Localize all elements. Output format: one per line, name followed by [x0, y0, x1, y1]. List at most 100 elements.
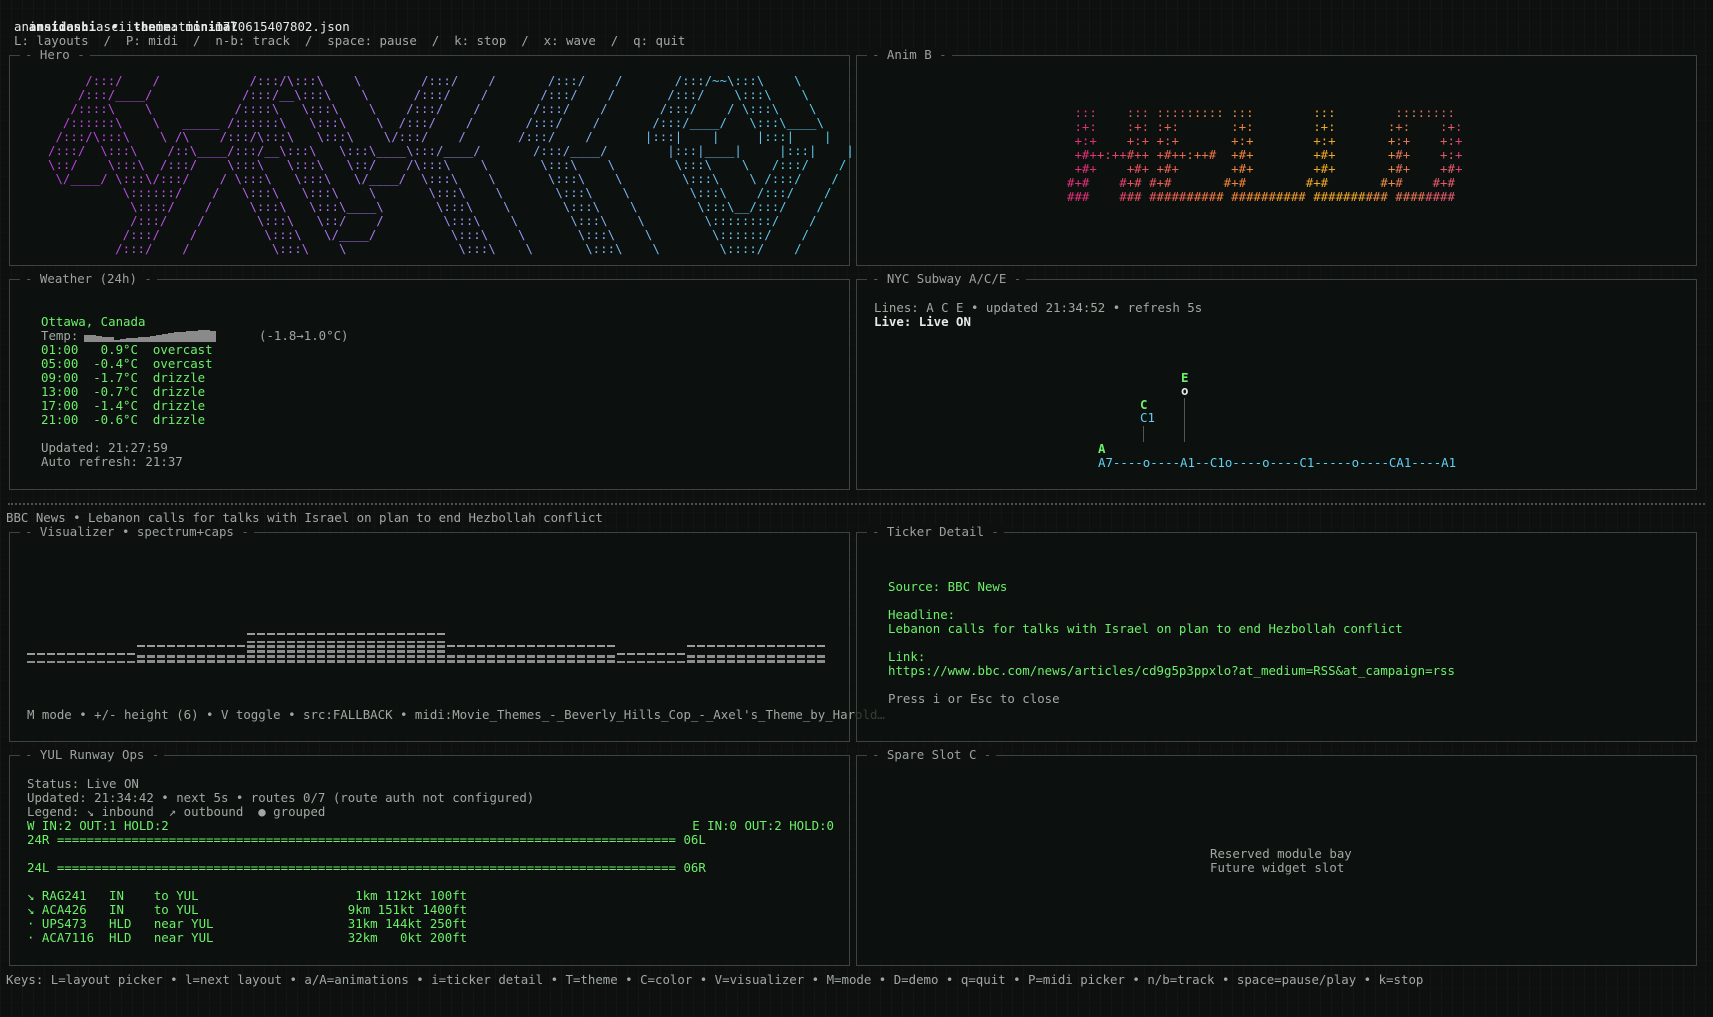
runway-updated: Updated: 21:34:42 • next 5s • routes 0/7… [27, 790, 535, 805]
shortcut-hints: L: layouts / P: midi / n-b: track / spac… [14, 33, 686, 48]
spectrum-bar [247, 641, 255, 663]
spectrum-cap [327, 633, 335, 635]
spare-line-2: Future widget slot [1210, 860, 1345, 875]
ascii-art-row: +#+ +#+ +#+ +#+ +#+ +#+ +#+ [1067, 161, 1463, 176]
subway-panel: NYC Subway A/C/E Lines: A C E • updated … [856, 272, 1697, 490]
spectrum-cap [557, 645, 565, 647]
spectrum-bar [287, 641, 295, 663]
ascii-art-row: \/____/ \:::\/:::/ / \:::\ \:::\ \/____/… [48, 171, 839, 186]
spectrum-bar [787, 653, 795, 663]
ascii-art-row: /:::/ / \:::\ \ \:::\ \ \:::\ \ \::::/ / [107, 241, 802, 256]
spectrum-cap [397, 633, 405, 635]
panel-title: Hero [20, 48, 90, 62]
east-counts: E IN:0 OUT:2 HOLD:0 [692, 818, 834, 833]
ascii-art-row: \::::/ / \:::\ \:::\____\ \:::\ \ \:::\ … [107, 199, 824, 214]
spectrum-cap [87, 653, 95, 655]
spectrum-cap [537, 645, 545, 647]
flight-row: ↘ ACA426 IN to YUL 9km 151kt 1400ft [27, 902, 468, 917]
spectrum-cap [47, 653, 55, 655]
temperature-sparkline [84, 330, 216, 342]
spectrum-bar [227, 653, 235, 663]
news-ticker[interactable]: BBC News • Lebanon calls for talks with … [6, 511, 603, 525]
spectrum-cap [677, 653, 685, 655]
headline-text: Lebanon calls for talks with Israel on p… [888, 621, 1403, 636]
ascii-art-row: /:::/ / \:::\ \::/ / \:::\ \ \:::\ \ \::… [107, 213, 817, 228]
spectrum-cap [147, 645, 155, 647]
headline-label: Headline: [888, 607, 956, 622]
forecast-row: 13:00 -0.7°C drizzle [41, 384, 206, 399]
spectrum-bar [647, 661, 655, 663]
spectrum-cap [497, 645, 505, 647]
spectrum-cap [217, 645, 225, 647]
line-e-connector [1184, 398, 1185, 442]
spectrum-bar [667, 661, 675, 663]
spectrum-bar [797, 653, 805, 663]
spectrum-cap [387, 633, 395, 635]
spectrum-bar [457, 653, 465, 663]
spectrum-bar [587, 653, 595, 663]
spectrum-bar [717, 653, 725, 663]
spectrum-bar [697, 653, 705, 663]
hero-ascii-art: /:::/ / /:::/\:::\ \ /:::/ / /:::/ / /::… [48, 74, 854, 256]
spectrum-bar [677, 661, 685, 663]
spectrum-bar [87, 661, 95, 663]
spectrum-cap [807, 645, 815, 647]
spectrum-cap [737, 645, 745, 647]
spectrum-cap [57, 653, 65, 655]
subway-status: Lines: A C E • updated 21:34:52 • refres… [874, 300, 1203, 315]
spectrum-bar [167, 653, 175, 663]
spectrum-cap [477, 645, 485, 647]
spectrum-cap [817, 645, 825, 647]
spectrum-bar [507, 653, 515, 663]
spectrum-cap [137, 645, 145, 647]
ascii-art-row: /:::/ / \:::\ \/____/ \:::\ \ \:::\ \ \:… [107, 227, 810, 242]
spectrum-bar [567, 653, 575, 663]
forecast-row: 01:00 0.9°C overcast [41, 342, 213, 357]
spectrum-bar [27, 661, 35, 663]
subway-track: A7----o----A1--C1o----o----C1-----o----C… [1098, 455, 1457, 470]
runway-24r: 24R ====================================… [27, 832, 706, 847]
spectrum-cap [527, 645, 535, 647]
spectrum-cap [607, 645, 615, 647]
spectrum-bar [357, 641, 365, 663]
spectrum-cap [207, 645, 215, 647]
spectrum-cap [37, 653, 45, 655]
flight-row: ↘ RAG241 IN to YUL 1km 112kt 100ft [27, 888, 468, 903]
spectrum-bar [497, 653, 505, 663]
spectrum-bar [577, 653, 585, 663]
spectrum-cap [587, 645, 595, 647]
spectrum-cap [97, 653, 105, 655]
spectrum-cap [567, 645, 575, 647]
ascii-art-row: \::/ \:::\ /:::/ \:::\ \:::\ \::/ /\:::\… [48, 157, 847, 172]
spectrum-bar [767, 653, 775, 663]
spectrum-cap [297, 633, 305, 635]
ascii-art-row: /:::/ \:::\ /::\____/:::/__\:::\ \:::\__… [48, 143, 854, 158]
spectrum-bar [537, 653, 545, 663]
spectrum-cap [197, 645, 205, 647]
spectrum-bar [707, 653, 715, 663]
spectrum-cap [617, 653, 625, 655]
spectrum-cap [447, 645, 455, 647]
spectrum-cap [237, 645, 245, 647]
spectrum-cap [457, 645, 465, 647]
visualizer-panel: Visualizer • spectrum+caps M mode • +/- … [9, 525, 885, 742]
spectrum-bar [37, 661, 45, 663]
panel-title: Anim B [867, 48, 952, 62]
spectrum-bar [277, 641, 285, 663]
spectrum-bar [137, 653, 145, 663]
visualizer-footer: M mode • +/- height (6) • V toggle • src… [27, 707, 885, 722]
link-label: Link: [888, 649, 926, 664]
spare-line-1: Reserved module bay [1210, 846, 1352, 861]
forecast-row: 05:00 -0.4°C overcast [41, 356, 213, 371]
spectrum-cap [287, 633, 295, 635]
spectrum-bar [477, 653, 485, 663]
spectrum-bar [237, 653, 245, 663]
spectrum-cap [127, 653, 135, 655]
spectrum-cap [507, 645, 515, 647]
weather-forecast-list: 01:00 0.9°C overcast 05:00 -0.4°C overcas… [41, 343, 213, 427]
spectrum-cap [267, 633, 275, 635]
ascii-art-row: +:+ +:+ +:+ +:+ +:+ +:+ +:+ [1067, 133, 1463, 148]
article-link[interactable]: https://www.bbc.com/news/articles/cd9g5p… [888, 664, 1455, 678]
spectrum-bar [737, 653, 745, 663]
spectrum-bar [387, 641, 395, 663]
